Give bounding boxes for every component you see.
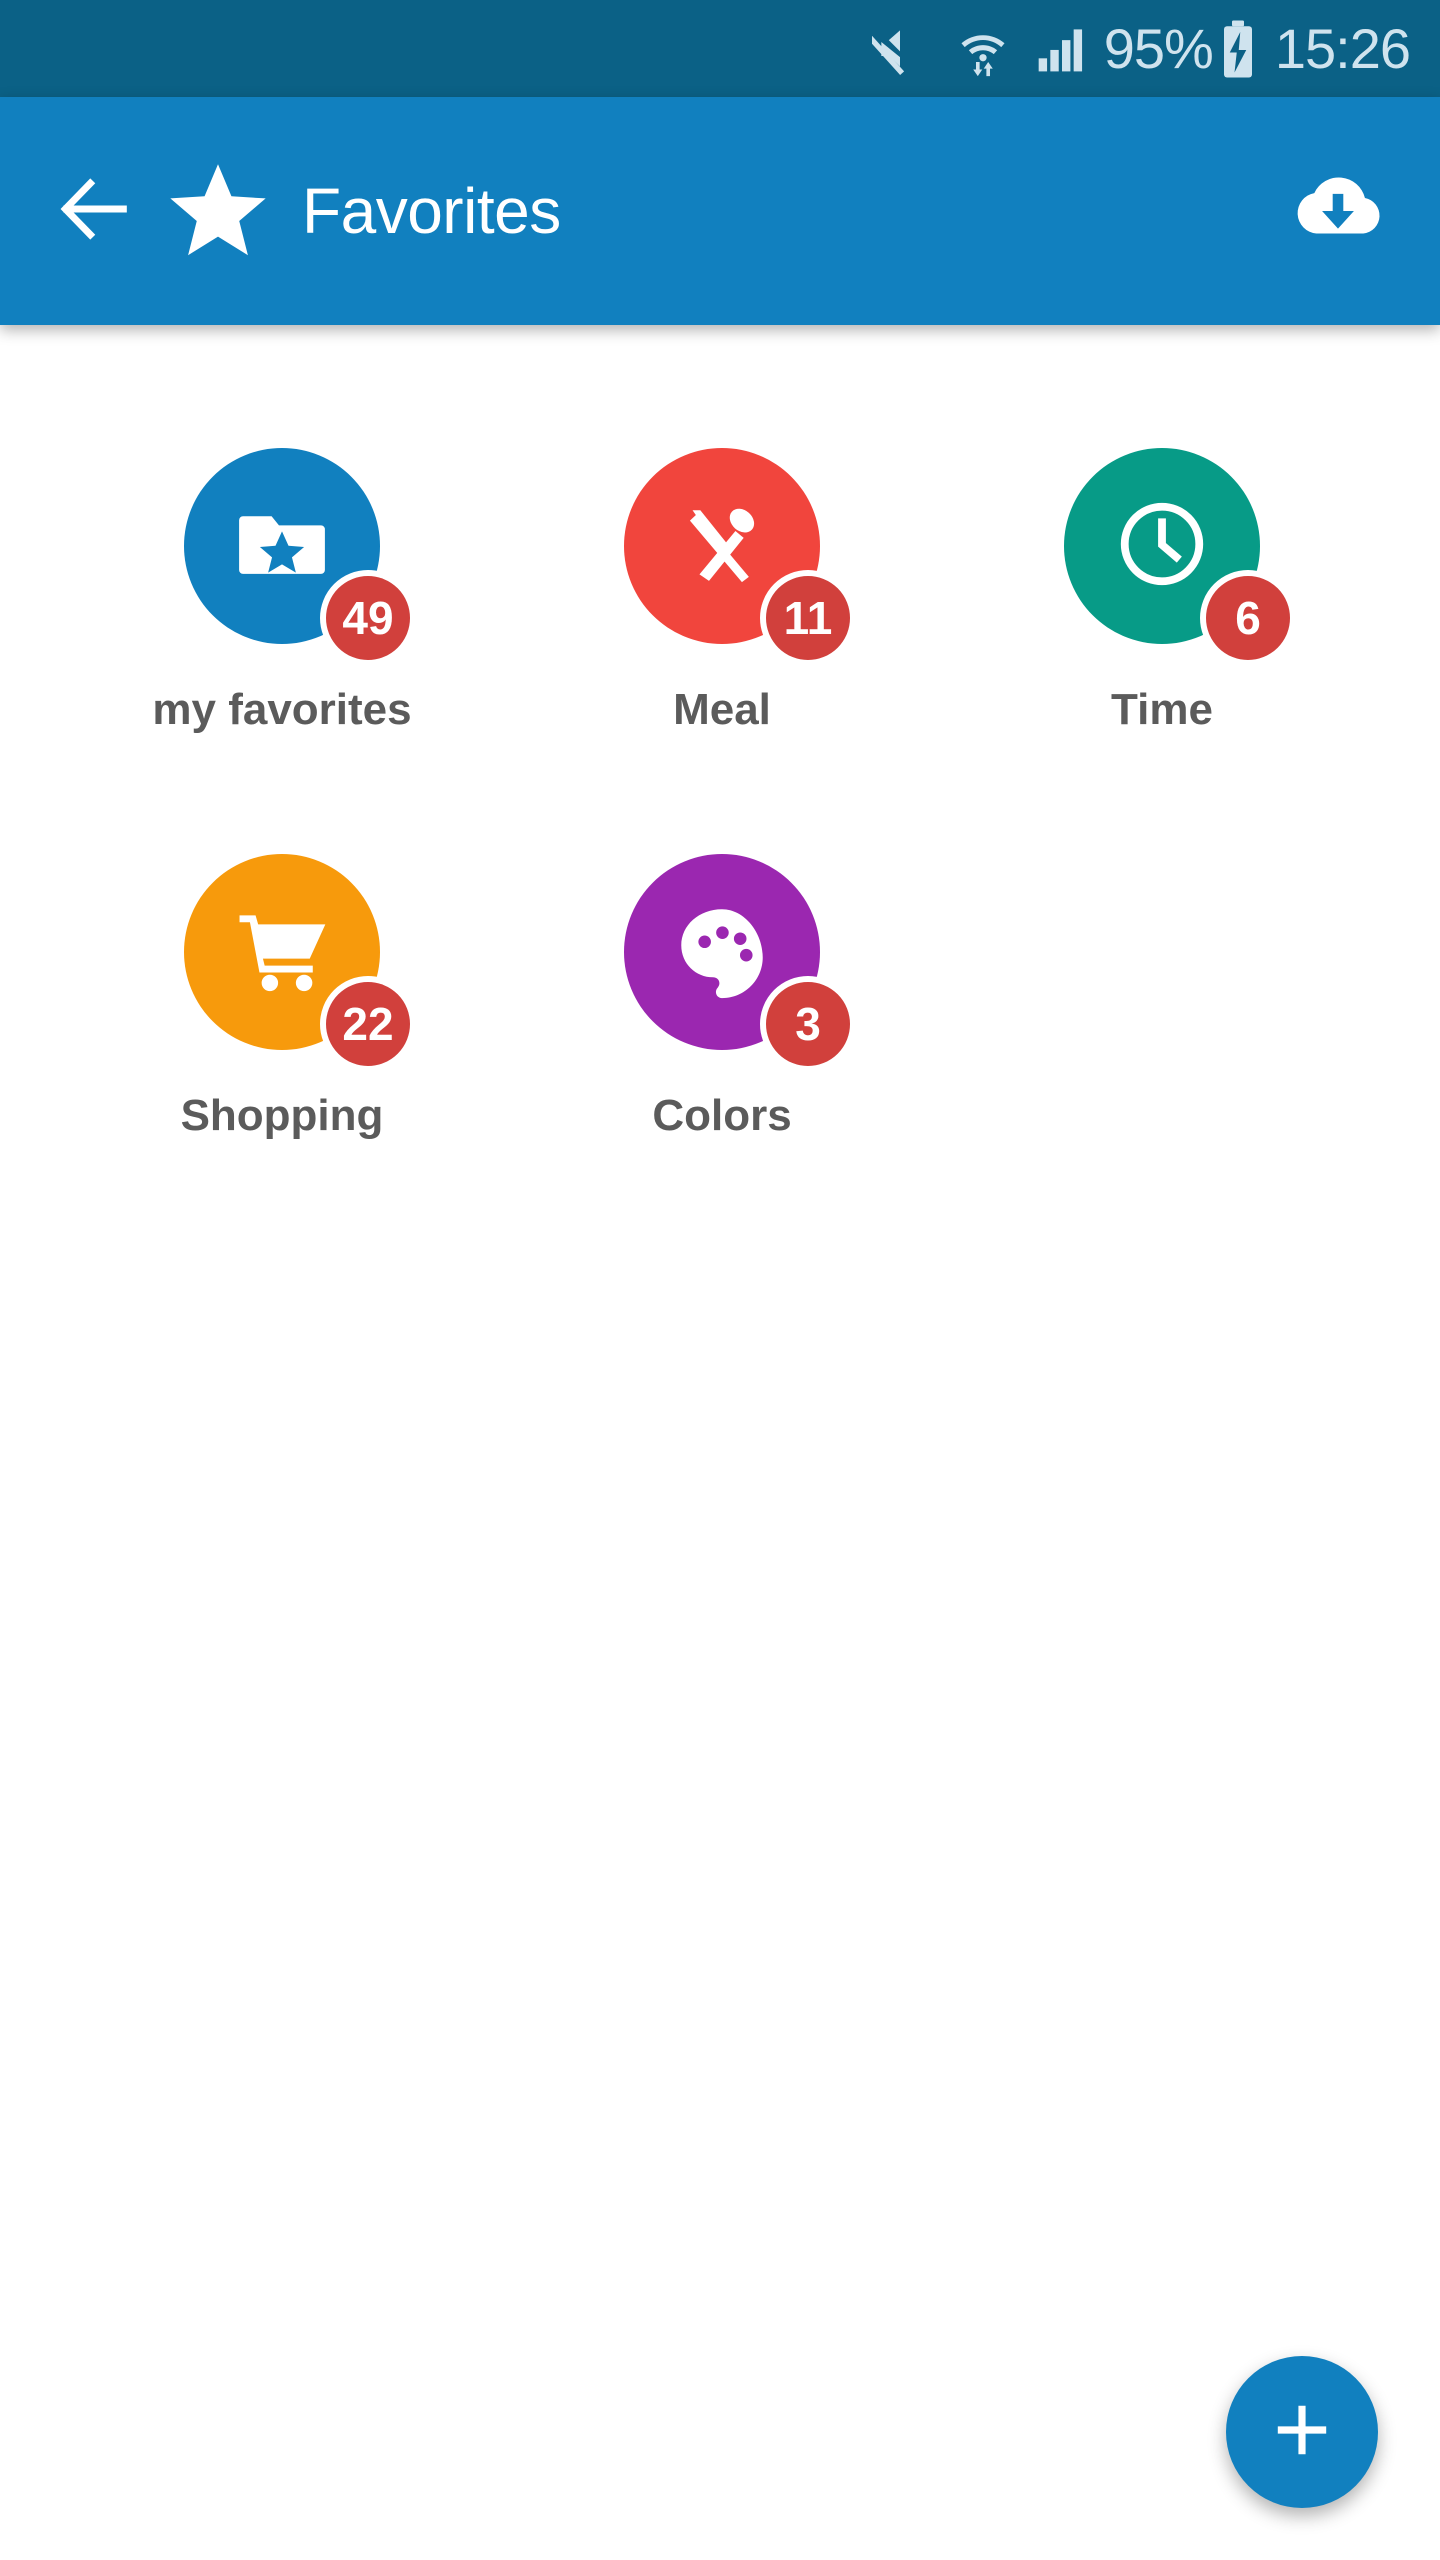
back-button[interactable]	[38, 155, 150, 267]
page-title: Favorites	[302, 175, 561, 247]
category-badge: 11	[760, 570, 856, 666]
clock-icon	[1110, 492, 1214, 601]
category-item-colors[interactable]: 3 Colors	[502, 854, 942, 1138]
status-bar: 95% 15:26	[0, 0, 1440, 97]
signal-bars-icon	[1034, 21, 1090, 77]
category-badge: 3	[760, 976, 856, 1072]
cloud-download-button[interactable]	[1278, 151, 1398, 271]
battery-charging-icon	[1217, 19, 1259, 79]
category-label: Colors	[652, 1091, 792, 1140]
category-circle-wrap: 49	[184, 448, 416, 666]
category-badge: 22	[320, 976, 416, 1072]
mute-icon	[871, 21, 928, 77]
app-bar: Favorites	[0, 97, 1440, 325]
clock-label: 15:26	[1274, 16, 1411, 80]
category-item-meal[interactable]: 11 Meal	[502, 448, 942, 732]
category-grid: 49 my favorites 11 Meal 6 Time 22 Shoppi…	[0, 325, 1440, 1138]
category-label: my favorites	[152, 685, 412, 734]
folder-star-icon	[230, 492, 334, 601]
cutlery-icon	[670, 492, 774, 601]
category-item-shopping[interactable]: 22 Shopping	[62, 854, 502, 1138]
wifi-data-icon	[954, 20, 1012, 78]
category-circle-wrap: 3	[624, 854, 856, 1072]
category-label: Shopping	[180, 1091, 384, 1140]
back-arrow-icon	[50, 165, 138, 258]
shopping-cart-icon	[230, 898, 334, 1007]
category-item-time[interactable]: 6 Time	[942, 448, 1382, 732]
category-label: Time	[1111, 685, 1213, 734]
category-item-my-favorites[interactable]: 49 my favorites	[62, 448, 502, 732]
category-label: Meal	[673, 685, 771, 734]
content-area: 49 my favorites 11 Meal 6 Time 22 Shoppi…	[0, 325, 1440, 2560]
add-button[interactable]	[1226, 2356, 1378, 2508]
cloud-download-icon	[1289, 160, 1387, 263]
category-circle-wrap: 22	[184, 854, 416, 1072]
category-badge: 6	[1200, 570, 1296, 666]
star-icon	[166, 159, 270, 263]
palette-icon	[670, 898, 774, 1007]
plus-icon	[1269, 2397, 1335, 2468]
category-circle-wrap: 6	[1064, 448, 1296, 666]
battery-percent-label: 95%	[1103, 16, 1214, 80]
category-badge: 49	[320, 570, 416, 666]
category-circle-wrap: 11	[624, 448, 856, 666]
